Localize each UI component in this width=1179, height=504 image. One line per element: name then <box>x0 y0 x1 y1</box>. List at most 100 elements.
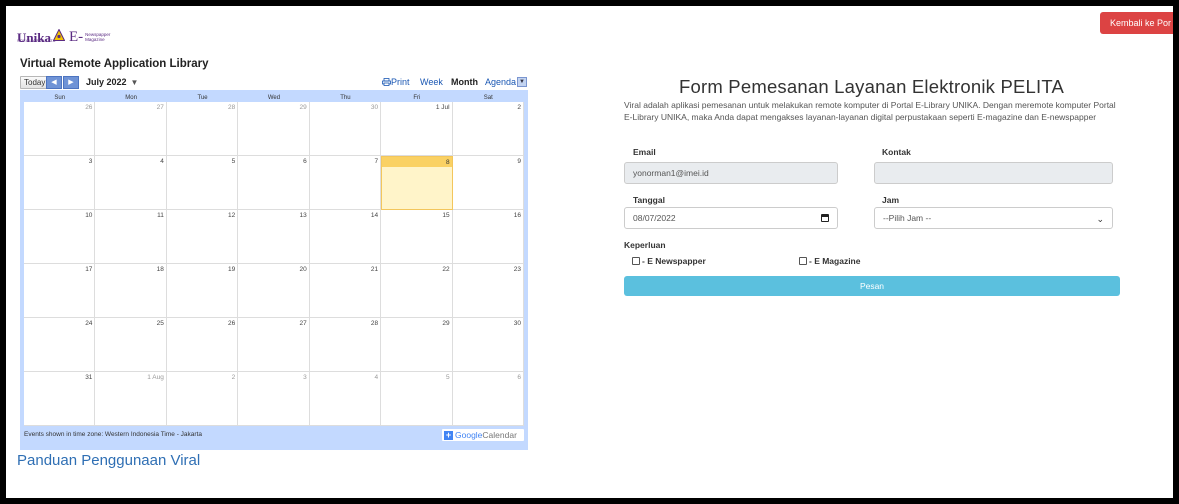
checkbox-box[interactable] <box>632 257 640 265</box>
tab-week[interactable]: Week <box>420 76 443 89</box>
calendar-day-cell[interactable]: 4 <box>309 372 382 426</box>
calendar-day-cell[interactable]: 6 <box>452 372 524 426</box>
day-number: 23 <box>513 266 521 273</box>
calendar-day-cell[interactable]: 19 <box>166 264 239 318</box>
calendar-day-cell[interactable]: 1 Jul <box>381 102 453 156</box>
calendar-day-cell[interactable]: 13 <box>238 210 310 264</box>
calendar-day-cell[interactable]: 12 <box>166 210 239 264</box>
checkbox-e-magazine[interactable]: - E Magazine <box>799 256 860 266</box>
calendar-day-cell[interactable]: 9 <box>452 156 524 210</box>
calendar-day-cell[interactable]: 30 <box>452 318 524 372</box>
form-title: Form Pemesanan Layanan Elektronik PELITA <box>679 76 1065 97</box>
date-value: 08/07/2022 <box>633 213 676 223</box>
day-number: 10 <box>85 212 93 219</box>
day-number: 4 <box>160 158 164 165</box>
month-label: July 2022 <box>86 77 127 87</box>
calendar-day-cell[interactable]: 21 <box>309 264 382 318</box>
calendar-day-cell[interactable]: 29 <box>238 102 310 156</box>
calendar-day-cell[interactable]: 30 <box>309 102 382 156</box>
chevron-down-icon: ▼ <box>130 78 139 87</box>
logo-e-text: Newspapper Magazine <box>85 32 110 42</box>
calendar-day-cell[interactable]: 3 <box>24 156 96 210</box>
calendar-icon[interactable] <box>821 214 829 222</box>
weekday-label: Fri <box>413 95 421 101</box>
jam-selected-value: --Pilih Jam -- <box>883 213 932 223</box>
day-number: 1 Jul <box>435 104 450 111</box>
month-selector[interactable]: July 2022 ▼ <box>86 76 138 89</box>
day-number: 28 <box>370 320 379 327</box>
print-button[interactable]: Print <box>382 76 410 89</box>
day-number: 26 <box>85 104 93 111</box>
panduan-link[interactable]: Panduan Penggunaan Viral <box>17 452 200 469</box>
next-month-button[interactable]: ▶ <box>63 76 79 89</box>
calendar-day-cell[interactable]: 26 <box>24 102 96 156</box>
calendar-day-cell[interactable]: 2 <box>452 102 524 156</box>
logo-e-line2: Magazine <box>85 37 105 42</box>
calendar-day-cell[interactable]: 20 <box>238 264 310 318</box>
back-to-portal-button[interactable]: Kembali ke Por <box>1100 12 1173 34</box>
calendar-day-cell[interactable]: 24 <box>24 318 96 372</box>
calendar-day-cell[interactable]: 5 <box>381 372 453 426</box>
weekday-label: Wed <box>267 95 281 101</box>
calendar-day-cell[interactable]: 5 <box>166 156 239 210</box>
calendar-day-cell[interactable]: 29 <box>381 318 453 372</box>
checkbox-e-newspapper[interactable]: - E Newspapper <box>632 256 706 266</box>
calendar-day-cell[interactable]: 18 <box>95 264 167 318</box>
logo-e-letter: E- <box>68 29 84 45</box>
calendar-day-cell[interactable]: 4 <box>95 156 167 210</box>
calendar-day-cell[interactable]: 6 <box>238 156 310 210</box>
day-number: 3 <box>88 158 93 165</box>
tab-month[interactable]: Month <box>451 76 478 89</box>
calendar-day-cell[interactable]: 17 <box>24 264 96 318</box>
calendar-day-cell[interactable]: 7 <box>309 156 382 210</box>
calendar-day-cell[interactable]: 26 <box>166 318 239 372</box>
calendar-day-cell[interactable]: 1 Aug <box>95 372 167 426</box>
unika-logo[interactable]: Unika E- Newspapper Magazine SOEGIJAPRAN… <box>17 24 110 45</box>
keperluan-label: Keperluan <box>624 240 666 250</box>
checkbox-box[interactable] <box>799 257 807 265</box>
calendar-day-cell[interactable]: 28 <box>309 318 382 372</box>
weekday-label: Tue <box>197 95 208 101</box>
calendar-day-cell[interactable]: 11 <box>95 210 167 264</box>
day-number: 16 <box>513 212 521 219</box>
calendar-day-cell[interactable]: 28 <box>166 102 239 156</box>
jam-select[interactable]: --Pilih Jam -- ⌄ <box>874 207 1113 229</box>
day-number: 15 <box>442 212 450 219</box>
day-number: 1 Aug <box>147 374 164 381</box>
day-number: 8 <box>382 157 452 167</box>
kontak-field[interactable] <box>874 162 1113 184</box>
day-number: 19 <box>228 266 236 273</box>
calendar-day-cell[interactable]: 22 <box>381 264 453 318</box>
calendar-day-cell[interactable]: 8 <box>381 156 453 210</box>
calendar-day-cell[interactable]: 23 <box>452 264 524 318</box>
day-number: 2 <box>231 374 236 381</box>
day-number: 27 <box>299 320 307 327</box>
timezone-note: Events shown in time zone: Western Indon… <box>24 431 202 438</box>
day-number: 5 <box>231 158 236 165</box>
submit-pesan-button[interactable]: Pesan <box>624 276 1120 296</box>
calendar-day-cell[interactable]: 14 <box>309 210 382 264</box>
prev-month-button[interactable]: ◀ <box>46 76 62 89</box>
calendar-day-cell[interactable]: 16 <box>452 210 524 264</box>
month-grid: 26 27 28 29 30 1 Jul 2 3 4 5 6 7 8 9 10 11 12 13 14 15 16 17 1… <box>24 102 524 426</box>
day-number: 27 <box>156 104 164 111</box>
calendar-day-cell[interactable]: 15 <box>381 210 453 264</box>
calendar-day-cell[interactable]: 31 <box>24 372 96 426</box>
day-number: 13 <box>299 212 307 219</box>
day-number: 11 <box>157 212 164 219</box>
calendar-day-cell[interactable]: 27 <box>238 318 310 372</box>
today-button[interactable]: Today <box>20 76 50 89</box>
calendar-day-cell[interactable]: 10 <box>24 210 96 264</box>
logo-brand-sub: SOEGIJAPRANATA <box>17 38 56 43</box>
calendar-day-cell[interactable]: 3 <box>238 372 310 426</box>
calendar-toolbar: Today ◀ ▶ July 2022 ▼ Print Week Month Ag… <box>20 76 528 90</box>
day-number: 29 <box>299 104 307 111</box>
email-field[interactable]: yonorman1@imei.id <box>624 162 838 184</box>
agenda-dropdown-icon[interactable]: ▼ <box>517 77 527 87</box>
calendar-day-cell[interactable]: 25 <box>95 318 167 372</box>
date-input[interactable]: 08/07/2022 <box>624 207 838 229</box>
calendar-day-cell[interactable]: 2 <box>166 372 239 426</box>
calendar-day-cell[interactable]: 27 <box>95 102 167 156</box>
google-calendar-button[interactable]: + GoogleCalendar <box>441 428 525 442</box>
tab-agenda[interactable]: Agenda <box>485 76 516 89</box>
